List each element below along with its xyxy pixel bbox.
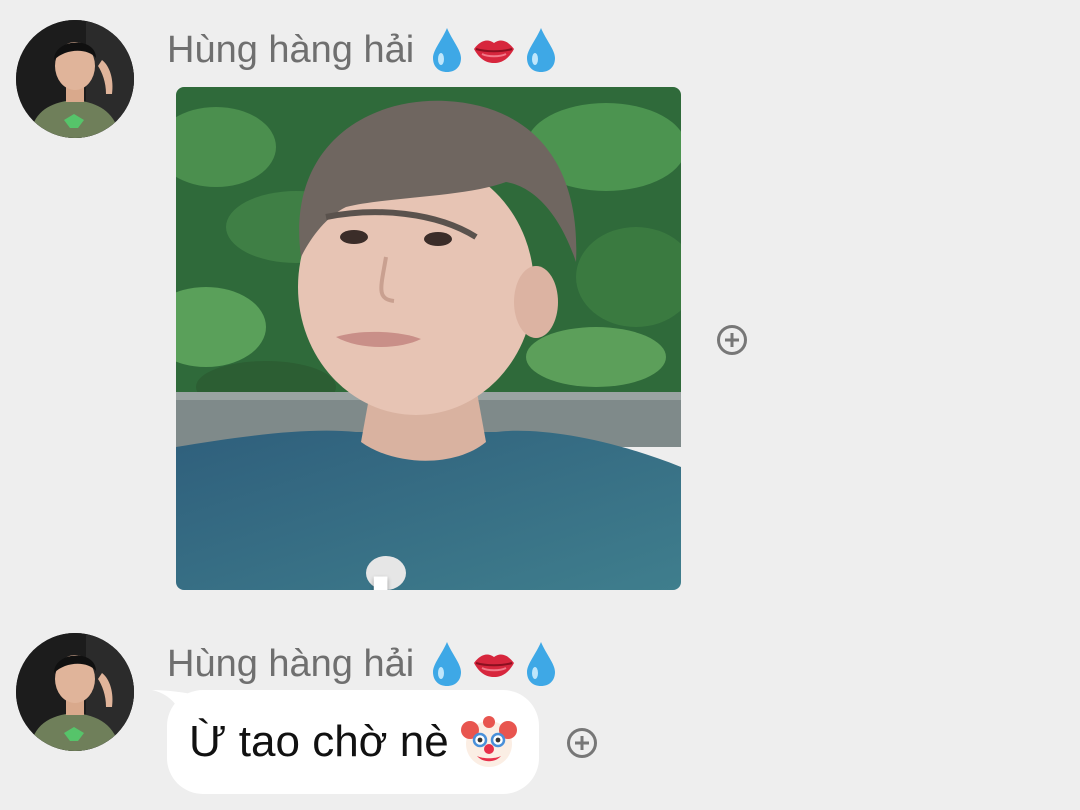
sticker-caption: uh.... [176, 571, 681, 590]
sender-name: Hùng hàng hải [167, 642, 415, 685]
sender-name-row: Hùng hàng hải [167, 638, 558, 690]
lips-icon [474, 654, 515, 677]
sender-avatar[interactable] [16, 633, 134, 751]
add-reaction-button[interactable] [717, 325, 747, 355]
droplet-icon [527, 28, 556, 72]
lips-icon [474, 40, 515, 63]
sender-name-emojis [430, 640, 558, 688]
sticker-image[interactable]: uh.... [176, 87, 681, 590]
droplet-icon [433, 28, 462, 72]
sender-name: Hùng hàng hải [167, 28, 415, 71]
sender-name-row: Hùng hàng hải [167, 24, 558, 76]
sender-name-emojis [430, 26, 558, 74]
droplet-icon [433, 642, 462, 686]
clown-face-icon [460, 716, 517, 767]
sender-avatar[interactable] [16, 20, 134, 138]
message-bubble[interactable]: Ừ tao chờ nè [167, 690, 539, 794]
add-reaction-button[interactable] [567, 728, 597, 758]
droplet-icon [527, 642, 556, 686]
message-text: Ừ tao chờ nè [189, 717, 449, 766]
